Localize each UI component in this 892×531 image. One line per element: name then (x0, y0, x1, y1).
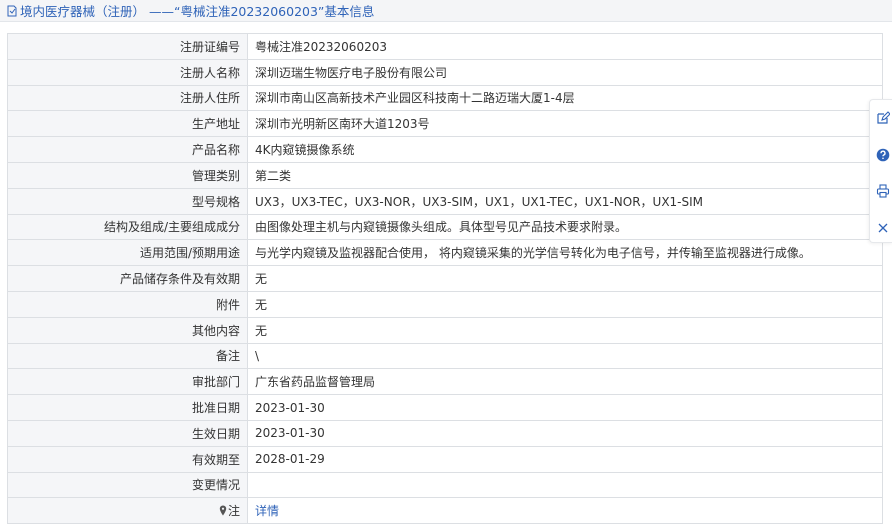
table-row: 批准日期 2023-01-30 (7, 394, 883, 421)
table-row: 其他内容无 (7, 316, 883, 344)
note-value: 详情 (247, 497, 883, 525)
row-label: 生效日期 (7, 419, 248, 447)
table-row: 型号规格 UX3，UX3-TEC，UX3-NOR，UX3-SIM，UX1，UX1-… (7, 187, 883, 215)
row-label: 生产地址 (7, 110, 248, 138)
table-row: 有效期至 2028-01-29 (7, 445, 883, 473)
edit-icon[interactable] (876, 111, 890, 125)
details-link[interactable]: 详情 (255, 504, 279, 518)
row-label: 附件 (7, 290, 248, 318)
row-label: 适用范围/预期用途 (7, 239, 248, 267)
row-label: 其他内容 (7, 316, 248, 344)
row-label: 管理类别 (7, 161, 248, 189)
row-value: 与光学内窥镜及监视器配合使用， 将内窥镜采集的光学信号转化为电子信号，并传输至监… (247, 239, 883, 267)
table-row: 注册人住所 深圳市南山区高新技术产业园区科技南十二路迈瑞大厦1-4层 (7, 84, 883, 112)
table-row-note: 注 详情 (7, 497, 883, 525)
table-row: 生效日期 2023-01-30 (7, 419, 883, 447)
document-icon (7, 5, 17, 16)
row-label: 结构及组成/主要组成成分 (7, 213, 248, 241)
note-label-text: 注 (227, 504, 240, 519)
table-row: 审批部门 广东省药品监督管理局 (7, 368, 883, 396)
row-value: 深圳迈瑞生物医疗电子股份有限公司 (247, 58, 883, 86)
row-label: 备注 (7, 342, 248, 370)
row-value: \ (247, 342, 883, 370)
row-value: 2023-01-30 (247, 394, 883, 421)
row-label: 产品储存条件及有效期 (7, 265, 248, 292)
table-row: 管理类别 第二类 (7, 161, 883, 189)
close-icon[interactable] (876, 221, 890, 235)
row-value: 无 (247, 265, 883, 292)
row-value: 由图像处理主机与内窥镜摄像头组成。具体型号见产品技术要求附录。 (247, 213, 883, 241)
row-value: 2023-01-30 (247, 419, 883, 447)
row-value: 深圳市南山区高新技术产业园区科技南十二路迈瑞大厦1-4层 (247, 84, 883, 112)
info-table-container: 注册证编号 粤械注准20232060203 注册人名称 深圳迈瑞生物医疗电子股份有限… (7, 33, 883, 525)
print-icon[interactable] (876, 184, 890, 198)
row-label: 产品名称 (7, 136, 248, 163)
table-row: 适用范围/预期用途 与光学内窥镜及监视器配合使用， 将内窥镜采集的光学信号转化为电… (7, 239, 883, 267)
table-row: 产品名称 4K内窥镜摄像系统 (7, 136, 883, 163)
help-icon[interactable] (876, 148, 890, 162)
side-toolbar (869, 99, 892, 243)
pin-icon (219, 505, 227, 516)
row-label: 注册证编号 (7, 33, 248, 60)
row-value: 无 (247, 290, 883, 318)
table-row: 生产地址 深圳市光明新区南环大道1203号 (7, 110, 883, 138)
row-label: 注册人住所 (7, 84, 248, 112)
row-value (247, 471, 883, 499)
row-value: 4K内窥镜摄像系统 (247, 136, 883, 163)
table-row: 备注 \ (7, 342, 883, 370)
table-row: 注册证编号 粤械注准20232060203 (7, 33, 883, 60)
page-title: 境内医疗器械（注册） ——“粤械注准20232060203”基本信息 (20, 4, 375, 19)
row-label: 变更情况 (7, 471, 248, 499)
info-table: 注册证编号 粤械注准20232060203 注册人名称 深圳迈瑞生物医疗电子股份有限… (7, 33, 883, 525)
row-value: 粤械注准20232060203 (247, 33, 883, 60)
table-row: 注册人名称 深圳迈瑞生物医疗电子股份有限公司 (7, 58, 883, 86)
row-label: 型号规格 (7, 187, 248, 215)
row-label: 有效期至 (7, 445, 248, 473)
row-label: 注册人名称 (7, 58, 248, 86)
table-row: 结构及组成/主要组成成分 由图像处理主机与内窥镜摄像头组成。具体型号见产品技术要求… (7, 213, 883, 241)
table-row: 附件无 (7, 290, 883, 318)
row-value: 深圳市光明新区南环大道1203号 (247, 110, 883, 138)
row-label: 审批部门 (7, 368, 248, 396)
table-row: 产品储存条件及有效期无 (7, 265, 883, 292)
note-label: 注 (7, 497, 248, 525)
row-value: 无 (247, 316, 883, 344)
row-value: 2028-01-29 (247, 445, 883, 473)
row-value: UX3，UX3-TEC，UX3-NOR，UX3-SIM，UX1，UX1-TEC，… (247, 187, 883, 215)
row-value: 广东省药品监督管理局 (247, 368, 883, 396)
row-value: 第二类 (247, 161, 883, 189)
table-row: 变更情况 (7, 471, 883, 499)
row-label: 批准日期 (7, 394, 248, 421)
page-header: 境内医疗器械（注册） ——“粤械注准20232060203”基本信息 (0, 0, 892, 22)
